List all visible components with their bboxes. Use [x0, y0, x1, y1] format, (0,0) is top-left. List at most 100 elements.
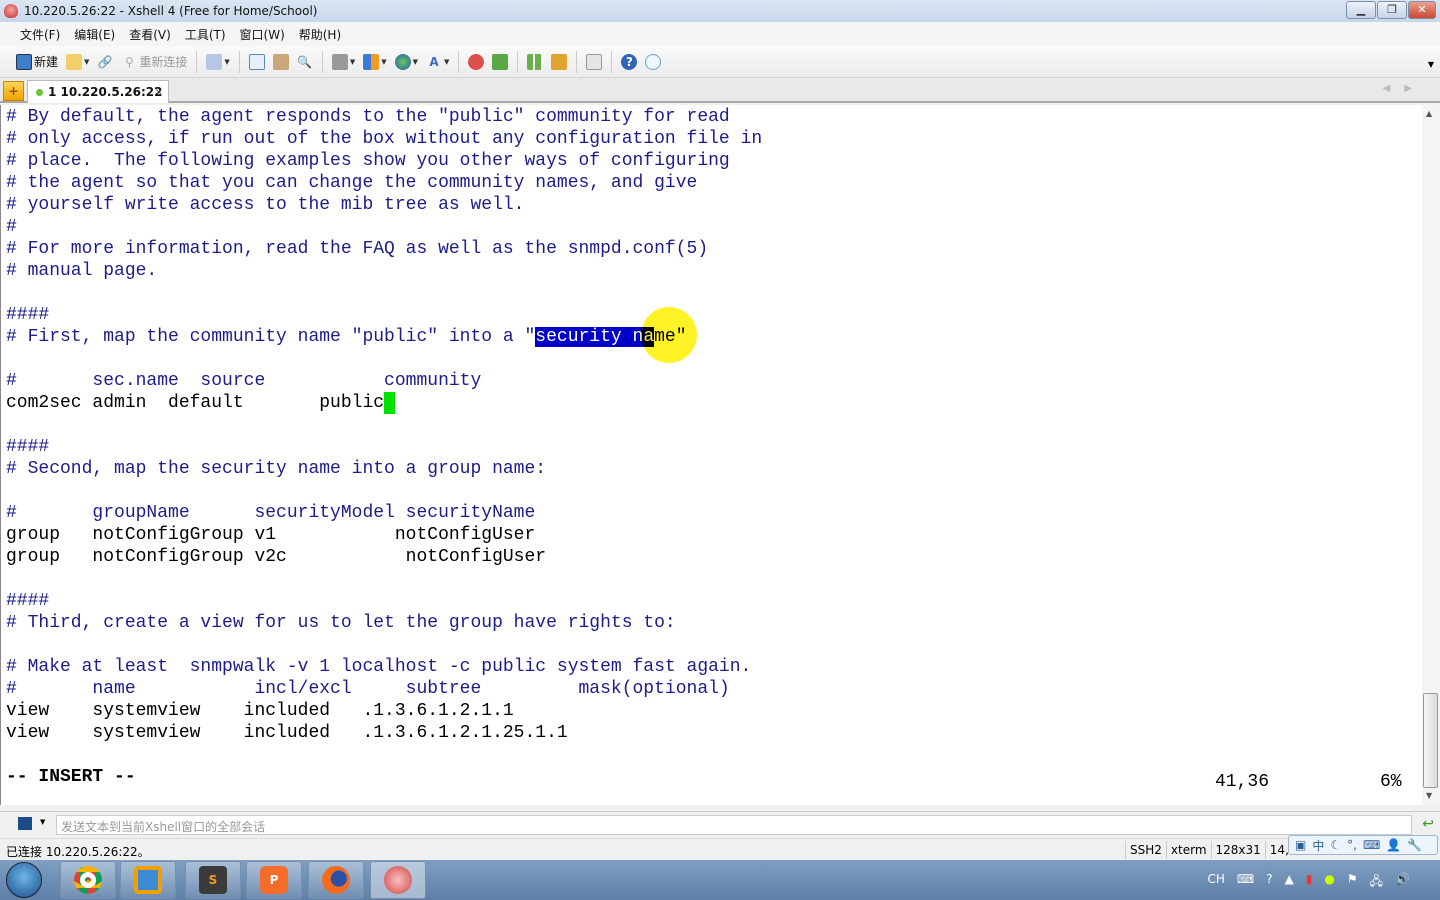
taskbar: S P CH ⌨ ? ▲ ▮ ● ⚑ 🖧 🔊	[0, 860, 1440, 900]
start-button[interactable]	[6, 862, 42, 898]
line-text: # sec.name source community	[6, 371, 482, 391]
cursor-position: 41,36	[1215, 772, 1270, 792]
selected-text[interactable]: security na	[535, 327, 655, 347]
close-tab-button[interactable]: ×	[155, 87, 163, 98]
find-button[interactable]: 🔍	[295, 50, 315, 74]
font-button[interactable]: A ▼	[424, 50, 451, 74]
tray-help-icon[interactable]: ?	[1266, 872, 1272, 893]
minimize-button[interactable]: ▁	[1346, 1, 1376, 19]
link-button[interactable]: 🔗	[95, 50, 115, 74]
scrollbar-thumb[interactable]	[1423, 693, 1438, 788]
scroll-percent: 6%	[1380, 772, 1402, 792]
line-text: # First, map the community name "public"…	[6, 327, 536, 347]
help-button[interactable]: ?	[619, 50, 639, 74]
layout-icon	[527, 53, 544, 70]
xshell-button[interactable]	[466, 50, 486, 74]
ime-toolbar[interactable]: ▣ 中 ☾ °, ⌨ 👤 🔧	[1288, 835, 1438, 855]
tray-show-hidden-icon[interactable]: ▲	[1285, 872, 1294, 893]
print-button[interactable]: ▼	[330, 50, 357, 74]
menu-window[interactable]: 窗口(W)	[240, 26, 285, 43]
chat-button[interactable]	[643, 50, 663, 74]
menu-view[interactable]: 查看(V)	[129, 26, 171, 43]
taskbar-xshell[interactable]	[370, 861, 426, 899]
menu-tools[interactable]: 工具(T)	[185, 26, 226, 43]
paste-button[interactable]	[271, 50, 291, 74]
lock-button[interactable]	[549, 50, 569, 74]
new-session-button[interactable]: 新建	[14, 50, 60, 74]
vim-mode-indicator: -- INSERT --	[6, 767, 136, 787]
add-tab-button[interactable]: +	[3, 81, 24, 101]
transfer-button[interactable]: ▼	[361, 50, 388, 74]
tray-keyboard-icon[interactable]: ⌨	[1237, 872, 1254, 893]
wrench-icon[interactable]: 🔧	[1407, 838, 1422, 852]
vertical-scrollbar[interactable]: ▲ ▼	[1422, 105, 1440, 805]
tray-360-icon[interactable]: ●	[1324, 872, 1334, 893]
keyboard-button[interactable]	[584, 50, 604, 74]
taskbar-vmware[interactable]	[120, 861, 176, 899]
tray-language[interactable]: CH	[1207, 872, 1224, 893]
line-text: # Make at least snmpwalk -v 1 localhost …	[6, 657, 752, 677]
close-button[interactable]: ✕	[1408, 1, 1436, 19]
taskbar-wps[interactable]: P	[246, 861, 302, 899]
menu-bar: 文件(F) 编辑(E) 查看(V) 工具(T) 窗口(W) 帮助(H)	[0, 22, 1440, 46]
copy-button[interactable]	[247, 50, 267, 74]
open-button[interactable]: ▼	[64, 50, 91, 74]
user-icon[interactable]: 👤	[1386, 838, 1401, 852]
toolbar: 新建 ▼ 🔗 ⚲ 重新连接 ▼ 🔍 ▼ ▼ ▼ A ▼ ? ▼	[0, 46, 1440, 78]
scroll-up-icon[interactable]: ▲	[1426, 109, 1432, 118]
layout-button[interactable]	[525, 50, 545, 74]
menu-help[interactable]: 帮助(H)	[299, 26, 341, 43]
line-text: # manual page.	[6, 261, 158, 281]
xftp-icon	[492, 53, 509, 70]
xftp-button[interactable]	[490, 50, 510, 74]
mouse-highlight	[641, 307, 697, 363]
line-text: # name incl/excl subtree mask(optional)	[6, 679, 730, 699]
scroll-down-icon[interactable]: ▼	[1426, 791, 1432, 800]
tray-app-icon[interactable]: ▮	[1306, 872, 1313, 893]
terminal-icon[interactable]	[18, 817, 32, 830]
chevron-down-icon[interactable]: ▼	[40, 818, 45, 826]
line-text: # groupName securityModel securityName	[6, 503, 536, 523]
terminal-line: # manual page.	[6, 260, 157, 282]
line-text: # By default, the agent responds to the …	[6, 107, 730, 127]
lock-icon	[551, 53, 568, 70]
line-text: ####	[6, 591, 50, 611]
taskbar-sublime[interactable]: S	[185, 861, 241, 899]
properties-icon	[206, 53, 223, 70]
tab-session[interactable]: 1 10.220.5.26:22 ×	[27, 80, 169, 103]
connected-status-icon	[36, 88, 43, 96]
menu-file[interactable]: 文件(F)	[20, 26, 60, 43]
status-size: 128x31	[1210, 841, 1265, 859]
send-text-input[interactable]: 发送文本到当前Xshell窗口的全部会话	[56, 815, 1412, 835]
punctuation-icon[interactable]: °,	[1347, 838, 1357, 852]
tab-nav-arrows[interactable]: ◀▶	[1383, 83, 1426, 94]
restore-button[interactable]: ❐	[1377, 1, 1407, 19]
tray-volume-icon[interactable]: 🔊	[1395, 872, 1410, 893]
globe-button[interactable]: ▼	[393, 50, 420, 74]
tray-action-center-icon[interactable]: ⚑	[1347, 872, 1358, 893]
send-icon[interactable]: ↩	[1422, 816, 1434, 832]
text-cursor	[384, 392, 396, 414]
reconnect-button[interactable]: ⚲ 重新连接	[119, 50, 189, 74]
properties-button[interactable]: ▼	[204, 50, 231, 74]
vmware-icon	[134, 866, 162, 894]
open-folder-icon	[66, 53, 83, 70]
taskbar-firefox[interactable]	[308, 861, 364, 899]
system-tray: CH ⌨ ? ▲ ▮ ● ⚑ 🖧 🔊	[1207, 872, 1410, 893]
status-terminal-type: xterm	[1165, 841, 1211, 859]
line-text: group notConfigGroup v1 notConfigUser	[6, 525, 536, 545]
menu-edit[interactable]: 编辑(E)	[74, 26, 115, 43]
taskbar-chrome[interactable]	[60, 861, 116, 899]
ime-mode[interactable]: 中	[1312, 837, 1324, 854]
line-text: view systemview included .1.3.6.1.2.1.1	[6, 701, 514, 721]
toolbar-overflow-icon[interactable]: ▼	[1428, 60, 1434, 69]
keyboard-icon[interactable]: ⌨	[1363, 838, 1380, 852]
terminal-line: #	[6, 216, 17, 238]
status-protocol: SSH2	[1125, 841, 1166, 859]
terminal-line: # sec.name source community	[6, 370, 481, 392]
terminal-line: # Make at least snmpwalk -v 1 localhost …	[6, 656, 751, 678]
link-icon: 🔗	[97, 54, 113, 69]
moon-icon[interactable]: ☾	[1330, 838, 1341, 852]
terminal[interactable]: # By default, the agent responds to the …	[0, 105, 1422, 805]
tray-network-icon[interactable]: 🖧	[1370, 872, 1383, 893]
